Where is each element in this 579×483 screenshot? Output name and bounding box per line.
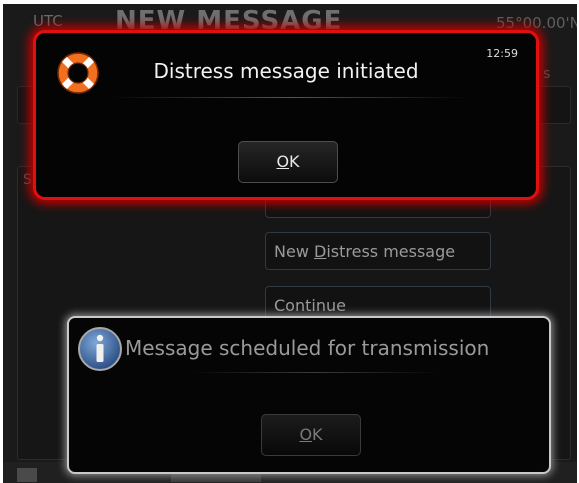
distress-divider <box>110 97 470 98</box>
new-distress-message-button[interactable]: New Distress message <box>265 232 491 270</box>
scheduled-ok-button[interactable]: OK <box>261 414 361 456</box>
lifebuoy-icon <box>57 52 99 94</box>
app-screen: UTC NEW MESSAGE 55°00.00'N s S New Distr… <box>3 4 577 483</box>
distress-ok-button[interactable]: OK <box>238 141 338 183</box>
info-icon <box>78 327 122 371</box>
background-panel-text: S <box>23 172 32 188</box>
scheduled-dialog: Message scheduled for transmission OK <box>67 316 551 474</box>
distress-dialog-title: Distress message initiated <box>153 59 419 83</box>
bottom-bar-icon <box>17 468 37 482</box>
background-toolbar-text: s <box>543 66 551 82</box>
distress-dialog: Distress message initiated 12:59 OK <box>33 30 539 200</box>
scheduled-divider <box>189 372 439 373</box>
scheduled-dialog-title: Message scheduled for transmission <box>125 336 490 360</box>
clock-time: 12:59 <box>486 47 518 60</box>
timezone-label: UTC <box>33 12 63 30</box>
